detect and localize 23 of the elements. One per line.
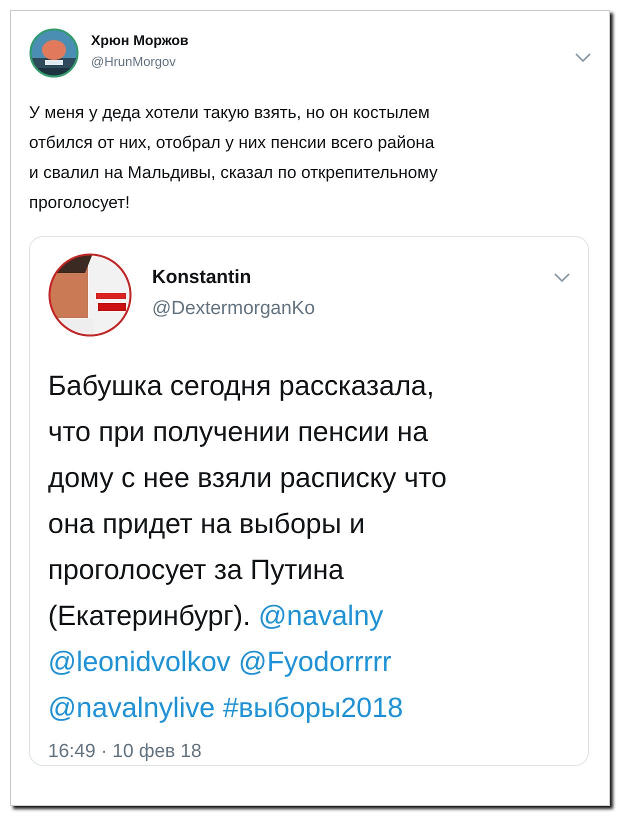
author-name: Хрюн Моржов bbox=[91, 32, 190, 48]
tweet-text-line: проголосует! bbox=[29, 192, 130, 214]
quoted-text-line: что при получении пенсии на bbox=[48, 415, 428, 449]
quoted-text-line: дому с нее взяли расписку что bbox=[48, 461, 447, 495]
quoted-text-line: (Екатеринбург). @navalny bbox=[48, 599, 384, 633]
author-handle: @HrunMorgov bbox=[91, 54, 177, 68]
tweet-text-line: и свалил на Мальдивы, сказал по открепительному bbox=[29, 162, 438, 184]
quoted-tweet-card[interactable] bbox=[29, 236, 589, 766]
author-handle: @DextermorganKo bbox=[152, 298, 316, 320]
quoted-text-line: она придет на выборы и bbox=[48, 507, 365, 541]
mention-link[interactable]: @Fyodorrrrr bbox=[238, 639, 392, 685]
mention-link[interactable]: #выборы2018 bbox=[222, 685, 404, 731]
tweet-text-line: отбился от них, отобрал у них пенсии всего района bbox=[29, 132, 434, 154]
quoted-text-line: проголосует за Путина bbox=[48, 553, 344, 587]
quoted-text-line: Бабушка сегодня рассказала, bbox=[48, 369, 434, 403]
timestamp: 16:49 · 10 фев 18 bbox=[48, 741, 202, 763]
mention-link[interactable]: @navalnylive bbox=[48, 685, 215, 731]
chevron-down-icon[interactable] bbox=[554, 273, 570, 283]
chevron-down-icon[interactable] bbox=[575, 53, 591, 63]
mention-link[interactable]: @navalny bbox=[258, 600, 384, 631]
author-name: Konstantin bbox=[152, 267, 252, 289]
tweet-text-line: У меня у деда хотели такую взять, но он костылем bbox=[29, 102, 430, 124]
mention-link[interactable]: @leonidvolkov bbox=[48, 639, 231, 685]
